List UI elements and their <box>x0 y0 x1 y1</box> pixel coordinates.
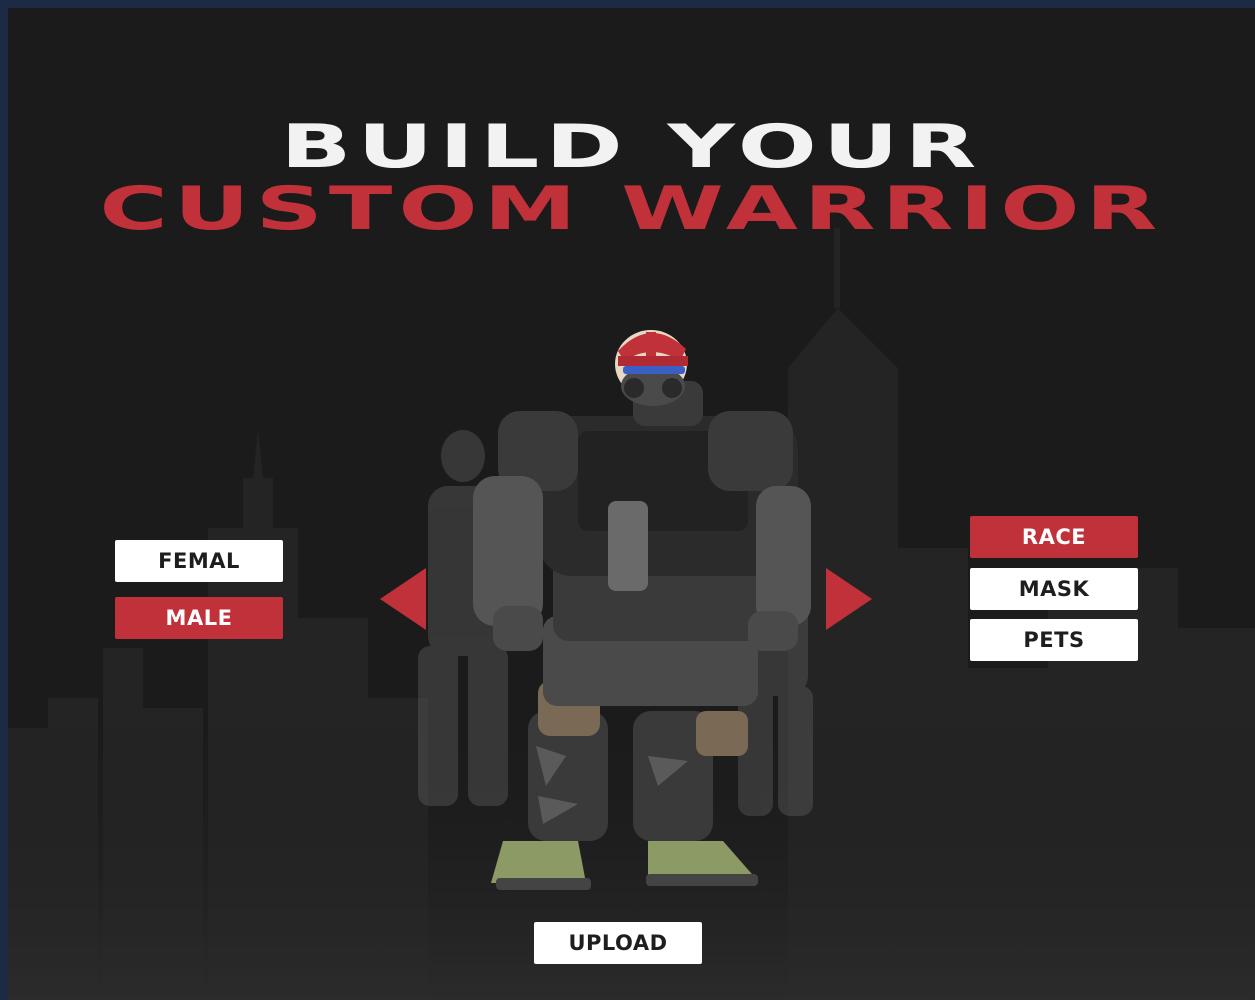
category-pets-button[interactable]: PETS <box>970 619 1138 661</box>
category-mask-button[interactable]: MASK <box>970 568 1138 610</box>
app-frame: BUILD YOUR CUSTOM WARRIOR FEMAL MALE RAC… <box>8 8 1255 1000</box>
gender-femal-button[interactable]: FEMAL <box>115 540 283 582</box>
page-title-line-1: BUILD YOUR <box>280 112 983 182</box>
arrow-right-icon[interactable] <box>824 568 872 630</box>
category-race-button[interactable]: RACE <box>970 516 1138 558</box>
page-title-line-2: CUSTOM WARRIOR <box>99 174 1164 244</box>
gender-male-button[interactable]: MALE <box>115 597 283 639</box>
warrior-character-image <box>418 330 813 890</box>
arrow-left-icon[interactable] <box>380 568 428 630</box>
upload-button[interactable]: UPLOAD <box>534 922 702 964</box>
